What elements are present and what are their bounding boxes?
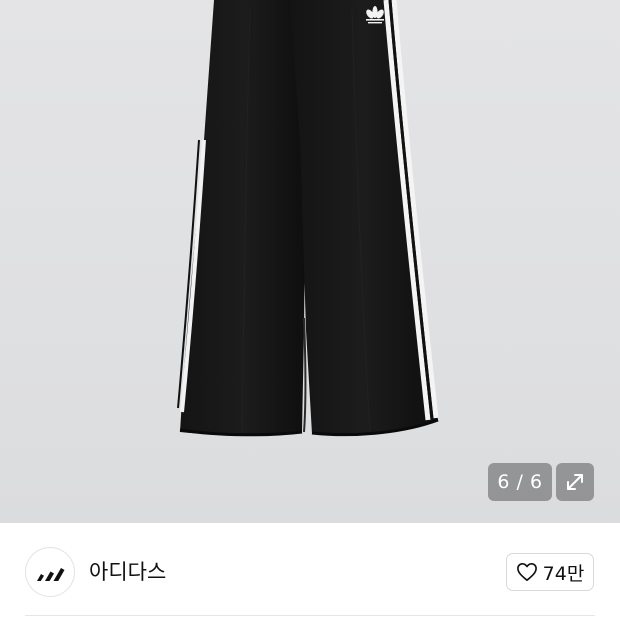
adidas-logo <box>37 568 65 581</box>
product-image-gallery[interactable]: 6 / 6 <box>0 0 620 523</box>
product-photo <box>177 0 439 437</box>
seller-name[interactable]: 아디다스 <box>89 556 166 586</box>
like-count: 74만 <box>542 562 585 585</box>
expand-button[interactable] <box>556 463 594 501</box>
image-counter: 6 / 6 <box>488 463 552 501</box>
divider <box>25 615 595 616</box>
seller-avatar[interactable] <box>25 547 75 597</box>
like-button[interactable]: 74만 <box>506 553 594 591</box>
expand-diagonal-icon <box>567 474 583 490</box>
heart-outline-icon <box>516 563 537 581</box>
